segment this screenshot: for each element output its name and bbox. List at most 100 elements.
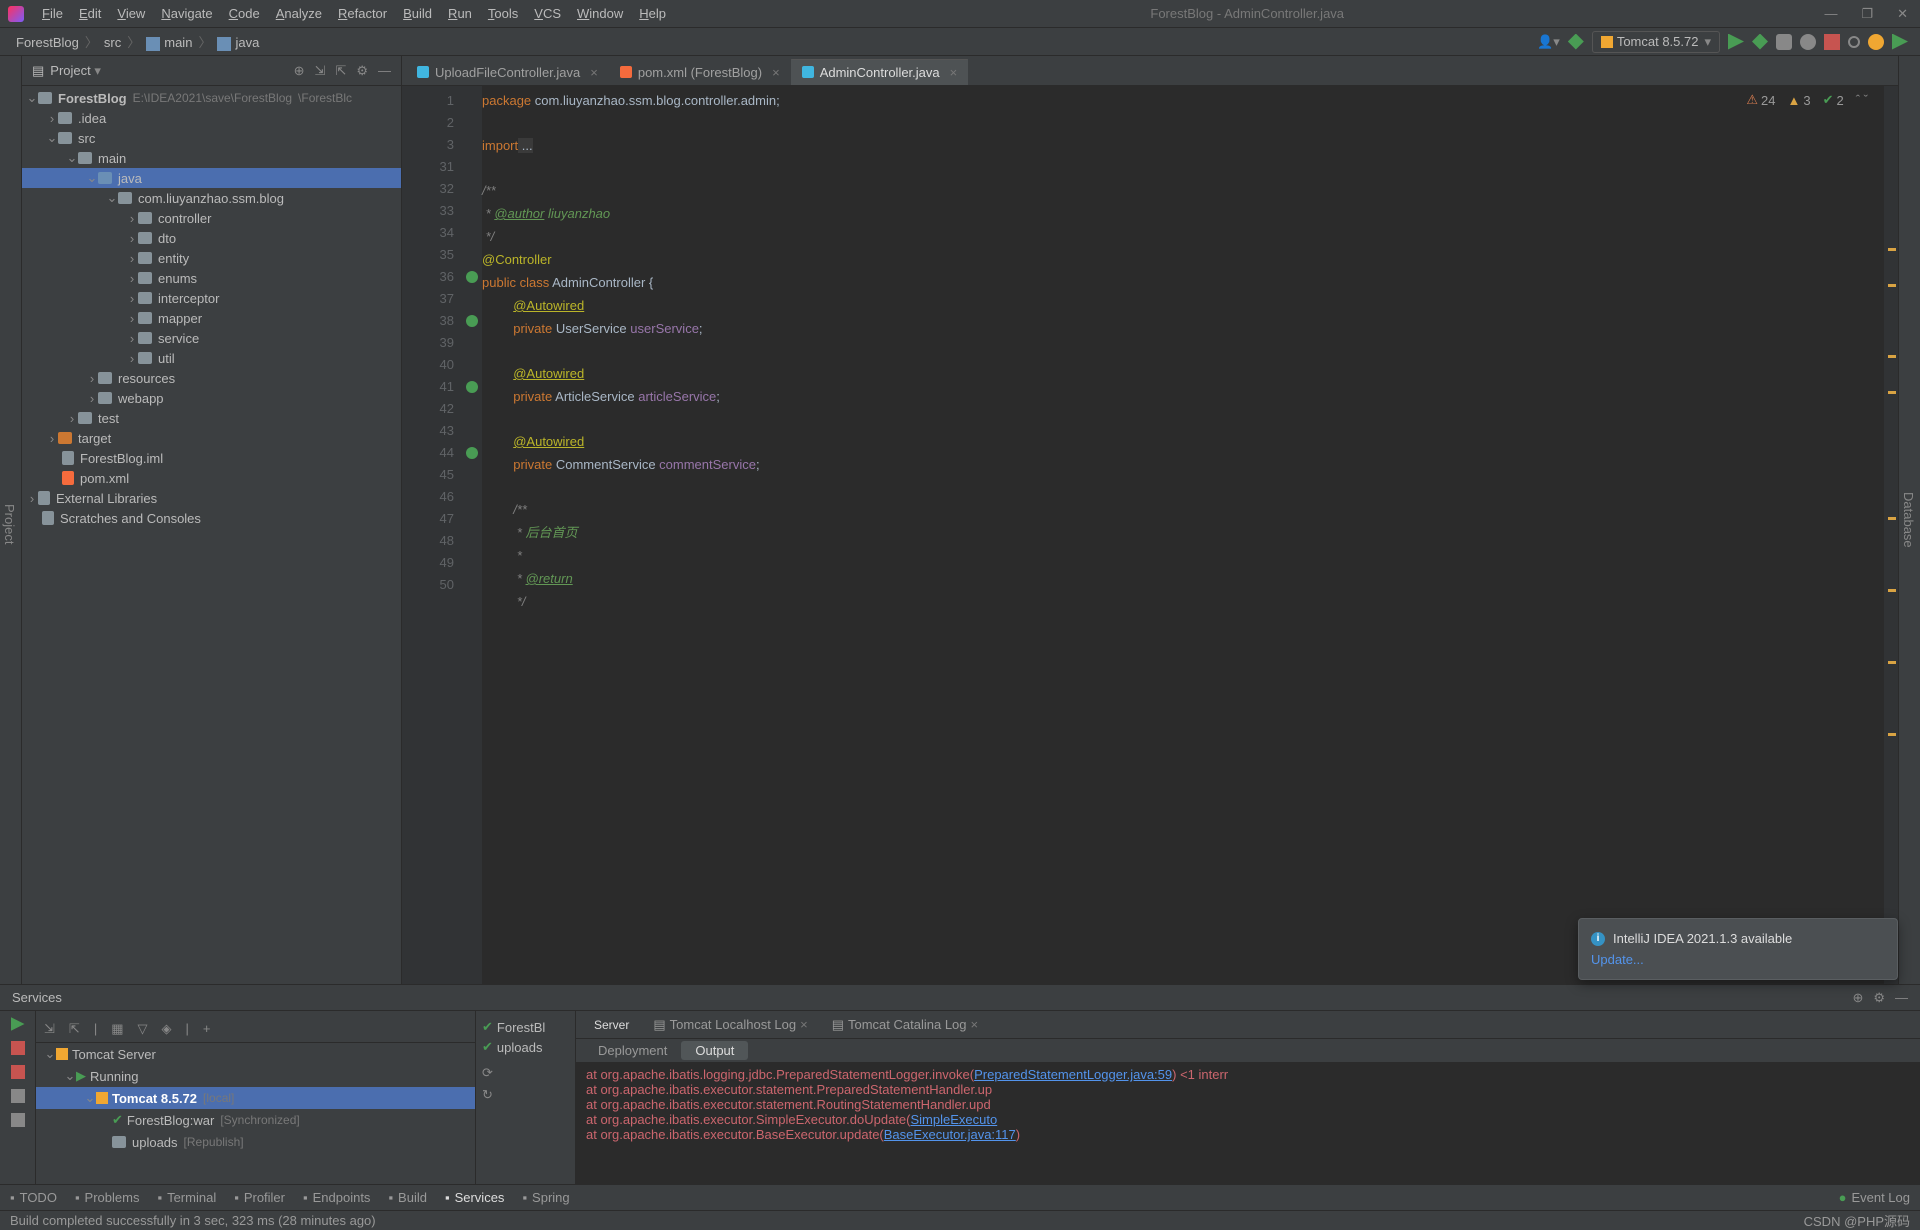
- tree-pom[interactable]: pom.xml: [22, 468, 401, 488]
- group-icon[interactable]: ▦: [111, 1021, 123, 1037]
- tag-icon[interactable]: ◈: [162, 1021, 172, 1037]
- svc-tomcat-instance[interactable]: Tomcat 8.5.72[local]: [36, 1087, 475, 1109]
- filter-icon[interactable]: [11, 1089, 25, 1103]
- tree-test[interactable]: test: [22, 408, 401, 428]
- menu-refactor[interactable]: Refactor: [330, 2, 395, 25]
- tab-UploadFileController.java[interactable]: UploadFileController.java×: [406, 59, 609, 85]
- settings-icon[interactable]: ⚙: [356, 63, 368, 79]
- database-tool-button[interactable]: Database: [1899, 56, 1918, 984]
- svc-war[interactable]: ✔ForestBlog:war[Synchronized]: [36, 1109, 475, 1131]
- tab-localhost-log[interactable]: ▤Tomcat Localhost Log×: [643, 1013, 817, 1037]
- tree-java[interactable]: java: [22, 168, 401, 188]
- project-tool-button[interactable]: Project: [0, 64, 19, 984]
- tree-main[interactable]: main: [22, 148, 401, 168]
- tree-package[interactable]: com.liuyanzhao.ssm.blog: [22, 188, 401, 208]
- hide-icon[interactable]: —: [378, 63, 391, 79]
- menu-view[interactable]: View: [109, 2, 153, 25]
- bb-spring[interactable]: ▪Spring: [522, 1190, 569, 1205]
- svc-running[interactable]: ▶Running: [36, 1065, 475, 1087]
- services-options-icon[interactable]: ⊕: [1852, 990, 1863, 1006]
- tab-AdminController.java[interactable]: AdminController.java×: [791, 59, 969, 85]
- tree-target[interactable]: target: [22, 428, 401, 448]
- layout-icon[interactable]: [11, 1113, 25, 1127]
- tab-pom.xml (ForestBlog)[interactable]: pom.xml (ForestBlog)×: [609, 59, 791, 85]
- run-button[interactable]: [1728, 34, 1744, 50]
- code-editor[interactable]: 1233132333435363738394041424344454647484…: [402, 86, 1898, 984]
- console-output[interactable]: at org.apache.ibatis.logging.jdbc.Prepar…: [576, 1063, 1920, 1184]
- user-icon[interactable]: 👤▾: [1537, 34, 1560, 50]
- svc-uploads[interactable]: uploads[Republish]: [36, 1131, 475, 1153]
- crumb-main[interactable]: main: [142, 35, 196, 50]
- redeploy-icon[interactable]: ↻: [482, 1087, 569, 1103]
- tree-scratches[interactable]: Scratches and Consoles: [22, 508, 401, 528]
- event-log-button[interactable]: ●Event Log: [1839, 1190, 1910, 1205]
- gear-icon[interactable]: ⚙: [1873, 990, 1885, 1006]
- tree-resources[interactable]: resources: [22, 368, 401, 388]
- menu-file[interactable]: File: [34, 2, 71, 25]
- tree-root[interactable]: ForestBlog E:\IDEA2021\save\ForestBlog \…: [22, 88, 401, 108]
- bb-todo[interactable]: ▪TODO: [10, 1190, 57, 1205]
- profile-button[interactable]: [1800, 34, 1816, 50]
- tree-idea[interactable]: .idea: [22, 108, 401, 128]
- inspection-widget[interactable]: ⚠24 ▲3 ✔2 ˆ ˇ: [1746, 92, 1868, 108]
- bb-problems[interactable]: ▪Problems: [75, 1190, 140, 1205]
- tab-server[interactable]: Server: [584, 1014, 639, 1036]
- update-notification[interactable]: iIntelliJ IDEA 2021.1.3 available Update…: [1578, 918, 1898, 980]
- subtab-output[interactable]: Output: [681, 1041, 748, 1060]
- expand-all-icon[interactable]: ⇲: [44, 1021, 55, 1037]
- expand-icon[interactable]: ⇲: [315, 63, 326, 79]
- locate-icon[interactable]: ⊕: [294, 63, 305, 79]
- bb-terminal[interactable]: ▪Terminal: [157, 1190, 216, 1205]
- stop-icon[interactable]: [11, 1041, 25, 1055]
- menu-analyze[interactable]: Analyze: [268, 2, 330, 25]
- tree-iml[interactable]: ForestBlog.iml: [22, 448, 401, 468]
- bb-build[interactable]: ▪Build: [388, 1190, 427, 1205]
- tree-util[interactable]: util: [22, 348, 401, 368]
- bb-profiler[interactable]: ▪Profiler: [234, 1190, 285, 1205]
- ide-update-icon[interactable]: [1868, 34, 1884, 50]
- tree-src[interactable]: src: [22, 128, 401, 148]
- hide-icon[interactable]: —: [1895, 990, 1908, 1006]
- bb-endpoints[interactable]: ▪Endpoints: [303, 1190, 370, 1205]
- panel-title[interactable]: Project: [50, 63, 101, 79]
- close-button[interactable]: ✕: [1893, 4, 1912, 24]
- menu-navigate[interactable]: Navigate: [153, 2, 220, 25]
- debug-button[interactable]: [1752, 34, 1768, 50]
- project-tree[interactable]: ForestBlog E:\IDEA2021\save\ForestBlog \…: [22, 86, 401, 984]
- maximize-button[interactable]: ❐: [1857, 4, 1877, 24]
- crumb-src[interactable]: src: [100, 35, 125, 50]
- subtab-deployment[interactable]: Deployment: [584, 1041, 681, 1060]
- crumb-java[interactable]: java: [213, 35, 263, 50]
- minimize-button[interactable]: —: [1820, 4, 1841, 24]
- collapse-icon[interactable]: ⇱: [335, 63, 346, 79]
- bean-gutter-icon[interactable]: [466, 381, 478, 393]
- run-config-selector[interactable]: Tomcat 8.5.72: [1592, 31, 1720, 53]
- tree-service[interactable]: service: [22, 328, 401, 348]
- rerun-icon[interactable]: [11, 1017, 25, 1031]
- menu-help[interactable]: Help: [631, 2, 674, 25]
- deploy-icon[interactable]: ⟳: [482, 1065, 569, 1081]
- menu-build[interactable]: Build: [395, 2, 440, 25]
- tree-webapp[interactable]: webapp: [22, 388, 401, 408]
- bean-gutter-icon[interactable]: [466, 447, 478, 459]
- filter-icon[interactable]: ▽: [138, 1021, 148, 1037]
- menu-window[interactable]: Window: [569, 2, 631, 25]
- tree-extlib[interactable]: External Libraries: [22, 488, 401, 508]
- menu-edit[interactable]: Edit: [71, 2, 109, 25]
- coverage-button[interactable]: [1776, 34, 1792, 50]
- search-icon[interactable]: [1848, 36, 1860, 48]
- error-stripe[interactable]: [1884, 86, 1898, 984]
- run-anything-icon[interactable]: [1892, 34, 1908, 50]
- tree-interceptor[interactable]: interceptor: [22, 288, 401, 308]
- update-link[interactable]: Update...: [1591, 952, 1885, 967]
- svc-tomcat-server[interactable]: Tomcat Server: [36, 1043, 475, 1065]
- tree-entity[interactable]: entity: [22, 248, 401, 268]
- bb-services[interactable]: ▪Services: [445, 1190, 504, 1205]
- bean-gutter-icon[interactable]: [466, 315, 478, 327]
- tab-catalina-log[interactable]: ▤Tomcat Catalina Log×: [822, 1013, 988, 1037]
- menu-vcs[interactable]: VCS: [526, 2, 569, 25]
- menu-tools[interactable]: Tools: [480, 2, 526, 25]
- crumb-ForestBlog[interactable]: ForestBlog: [12, 35, 83, 50]
- tree-enums[interactable]: enums: [22, 268, 401, 288]
- stop-all-icon[interactable]: [11, 1065, 25, 1079]
